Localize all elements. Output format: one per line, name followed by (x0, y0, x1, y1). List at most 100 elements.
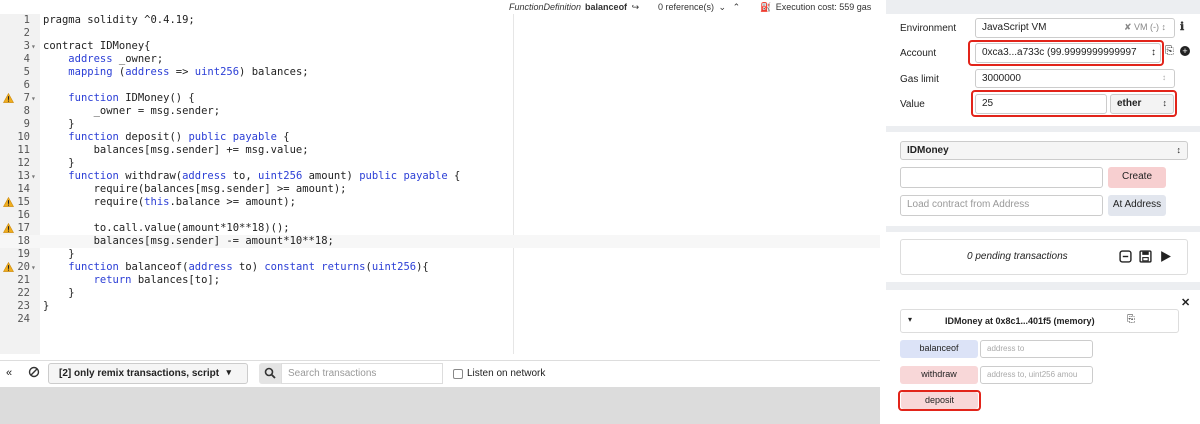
code-text: require(this.balance >= amount); (93, 196, 296, 208)
filter-label: [2] only remix transactions, script (59, 368, 220, 379)
line-number: 12 (17, 157, 30, 169)
code-line[interactable]: 11 balances[msg.sender] += msg.value; (0, 144, 880, 157)
code-line[interactable]: 4 address _owner; (0, 53, 880, 66)
copy-icon[interactable]: ⎘ (1165, 45, 1174, 58)
deposit-highlight (898, 390, 981, 411)
withdraw-button[interactable]: withdraw (900, 366, 978, 384)
line-number: 13 (17, 170, 30, 182)
code-text: function withdraw(address to, uint256 am… (68, 170, 461, 182)
code-text: } (43, 118, 75, 130)
fold-toggle-icon[interactable]: ▾ (31, 40, 36, 53)
environment-value: JavaScript VM (982, 22, 1047, 33)
gas-limit-input[interactable]: 3000000 ↕ (975, 69, 1175, 88)
plus-circle-icon[interactable]: + (1180, 46, 1190, 56)
caret-down-icon[interactable]: ▾ (908, 315, 912, 324)
vm-badge-text: VM (-) (1133, 22, 1159, 32)
line-number: 5 (23, 66, 30, 78)
listen-network-checkbox[interactable] (453, 369, 463, 379)
instance-header[interactable]: ▾ IDMoney at 0x8c1...401f5 (memory) ⎘ (900, 309, 1179, 333)
copy-icon[interactable]: ⎘ (1127, 314, 1135, 325)
code-line[interactable]: 20 ▾ function balanceof(address to) const… (0, 261, 880, 274)
chevron-up-icon[interactable]: ⌃ (733, 2, 741, 13)
code-line[interactable]: 9 } (0, 118, 880, 131)
at-address-input[interactable]: Load contract from Address (900, 195, 1103, 216)
line-number: 1 (23, 14, 30, 26)
line-number: 18 (17, 235, 30, 247)
gas-limit-value: 3000000 (982, 73, 1021, 84)
code-line[interactable]: 16 (0, 209, 880, 222)
code-text: require(balances[msg.sender] >= amount); (93, 183, 347, 195)
environment-select[interactable]: JavaScript VM ✘ VM (-) ↕ (975, 18, 1175, 38)
code-line[interactable]: 1 pragma solidity ^0.4.19; (0, 14, 880, 27)
code-line[interactable]: 22 } (0, 287, 880, 300)
line-number: 21 (17, 274, 30, 286)
search-transactions-input[interactable]: Search transactions (281, 363, 443, 384)
constructor-args-input[interactable] (900, 167, 1103, 188)
code-line[interactable]: 7 ▾ function IDMoney() { (0, 92, 880, 105)
function-definition-info: FunctionDefinition balanceof ↪ (509, 2, 641, 13)
code-line[interactable]: 17 to.call.value(amount*10**18)(); (0, 222, 880, 235)
code-text: function deposit() public payable { (68, 131, 290, 143)
code-line[interactable]: 24 (0, 313, 880, 326)
code-line[interactable]: 13 ▾ function withdraw(address to, uint25… (0, 170, 880, 183)
code-line[interactable]: 14 require(balances[msg.sender] >= amoun… (0, 183, 880, 196)
fold-toggle-icon[interactable]: ▾ (31, 170, 36, 183)
line-number: 16 (17, 209, 30, 221)
transaction-filter-dropdown[interactable]: [2] only remix transactions, script ▾ (48, 363, 248, 384)
account-highlight (968, 40, 1164, 66)
play-icon[interactable] (1159, 250, 1172, 263)
save-icon[interactable] (1139, 250, 1152, 263)
at-address-button[interactable]: At Address (1108, 195, 1166, 216)
code-line[interactable]: 15 require(this.balance >= amount); (0, 196, 880, 209)
code-line[interactable]: 6 (0, 79, 880, 92)
fold-toggle-icon[interactable]: ▾ (31, 261, 36, 274)
line-number: 23 (17, 300, 30, 312)
close-icon[interactable]: ✕ (1181, 296, 1190, 309)
create-button[interactable]: Create (1108, 167, 1166, 188)
fold-toggle-icon[interactable]: ▾ (31, 92, 36, 105)
code-line[interactable]: 18 balances[msg.sender] -= amount*10**18… (0, 235, 880, 248)
clear-console-icon[interactable] (28, 366, 40, 378)
balanceof-button[interactable]: balanceof (900, 340, 978, 358)
code-line[interactable]: 23} (0, 300, 880, 313)
code-text: address _owner; (68, 53, 164, 65)
code-line[interactable]: 8 _owner = msg.sender; (0, 105, 880, 118)
go-to-definition-icon[interactable]: ↪ (632, 2, 640, 13)
minimize-terminal-icon[interactable]: « (6, 367, 12, 379)
clear-list-icon[interactable] (1119, 250, 1132, 263)
gas-pump-icon: ⛽ (760, 2, 772, 12)
line-number: 14 (17, 183, 30, 195)
terminal-output[interactable] (0, 387, 880, 424)
code-text: function balanceof(address to) constant … (68, 261, 429, 273)
line-number: 4 (23, 53, 30, 65)
execution-cost-text: Execution cost: 559 gas (775, 2, 872, 12)
code-line[interactable]: 19 } (0, 248, 880, 261)
pending-transactions-text: 0 pending transactions (967, 251, 1068, 262)
account-label: Account (900, 48, 937, 59)
code-line[interactable]: 5 mapping (address => uint256) balances; (0, 66, 880, 79)
search-button[interactable] (259, 363, 281, 384)
stepper-icon[interactable]: ↕ (1162, 73, 1166, 82)
contract-name: IDMoney (907, 145, 949, 156)
contract-select[interactable]: IDMoney ↕ (900, 141, 1188, 160)
references-info: 0 reference(s) ⌄ ⌃ (658, 2, 742, 13)
line-number: 9 (23, 118, 30, 130)
code-text: balances[msg.sender] += msg.value; (93, 144, 309, 156)
code-text: } (43, 157, 75, 169)
info-icon[interactable]: ℹ (1180, 20, 1184, 33)
code-line[interactable]: 2 (0, 27, 880, 40)
code-line[interactable]: 12 } (0, 157, 880, 170)
chevron-down-icon[interactable]: ⌄ (719, 2, 727, 13)
gas-limit-label: Gas limit (900, 74, 939, 85)
balanceof-input[interactable]: address to (980, 340, 1093, 358)
line-number: 3 (23, 40, 30, 52)
withdraw-input[interactable]: address to, uint256 amou (980, 366, 1093, 384)
line-number: 7 (23, 92, 30, 104)
code-line[interactable]: 21 return balances[to]; (0, 274, 880, 287)
code-text: to.call.value(amount*10**18)(); (93, 222, 290, 234)
code-text: balances[msg.sender] -= amount*10**18; (93, 235, 334, 247)
listen-network-label: Listen on network (467, 368, 546, 379)
code-line[interactable]: 10 function deposit() public payable { (0, 131, 880, 144)
code-line[interactable]: 3 ▾ contract IDMoney{ (0, 40, 880, 53)
code-text: contract IDMoney{ (43, 40, 151, 52)
